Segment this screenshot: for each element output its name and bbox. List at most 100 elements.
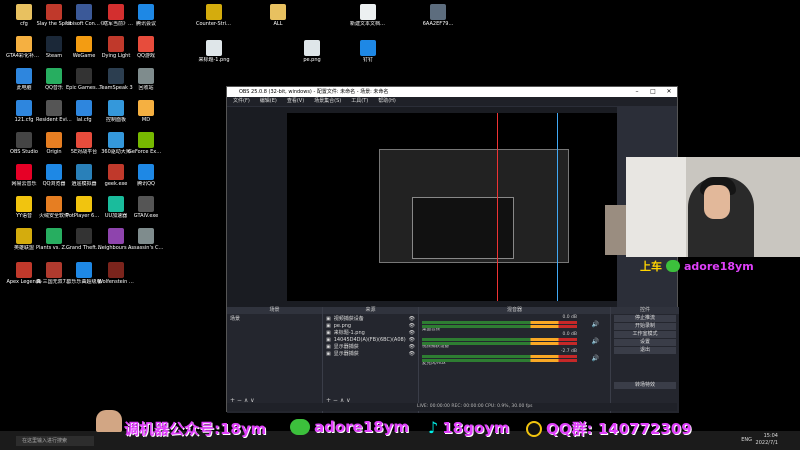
menu-file[interactable]: 文件(F) — [233, 97, 250, 106]
desktop-icon[interactable]: QQ游戏 — [128, 36, 164, 59]
taskbar-search[interactable]: 在这里输入进行搜索 — [16, 436, 94, 446]
source-item[interactable]: ▣ 来标题-1.png 👁 — [326, 330, 415, 337]
volume-meter — [422, 338, 577, 341]
volume-slider[interactable] — [422, 342, 577, 345]
desktop-icon[interactable]: Wolfenstein The Old B... — [98, 262, 134, 285]
app-icon — [138, 100, 154, 116]
source-item[interactable]: ▣ pe.png 👁 — [326, 323, 415, 330]
source-label: 14045D4D(A)(FB)(6BC)(A08) — [333, 337, 406, 343]
desktop-icon[interactable]: 新建文本文档.txt — [350, 4, 386, 27]
maximize-icon[interactable]: □ — [645, 87, 661, 97]
app-icon — [108, 228, 124, 244]
minimize-icon[interactable]: – — [629, 87, 645, 97]
desktop-icon-label: 逍遥模拟器 — [71, 181, 97, 187]
desktop-icon[interactable]: Grand Theft Auto IV — [66, 228, 102, 251]
app-icon — [304, 40, 320, 56]
source-type-icon: ▣ — [326, 316, 331, 322]
desktop-icon-label: Grand Theft Auto IV — [66, 245, 102, 251]
speaker-icon[interactable]: 🔊 — [592, 321, 599, 328]
channel-db: -2.7 dB — [560, 349, 577, 354]
desktop-icon[interactable]: ALL — [260, 4, 296, 27]
obs-preview[interactable]: adore18ym 18goym QQ群: 140772309 — [227, 107, 675, 319]
control-button[interactable]: 退出 — [614, 347, 676, 354]
language-indicator[interactable]: ENG — [741, 437, 752, 443]
desktop-icon[interactable]: 腾讯QQ — [128, 164, 164, 187]
menu-view[interactable]: 查看(V) — [287, 97, 304, 106]
desktop-icon[interactable]: PotPlayer 64 bit — [66, 196, 102, 219]
visibility-icon[interactable]: 👁 — [409, 316, 415, 323]
source-item[interactable]: ▣ 视频捕获设备 👁 — [326, 316, 415, 323]
desktop-icon[interactable]: Ubisoft Connect — [66, 4, 102, 27]
volume-slider[interactable] — [422, 325, 577, 328]
desktop-icon[interactable]: WeGame — [66, 36, 102, 59]
app-icon — [430, 4, 446, 20]
desktop-icon[interactable]: 来标题-1.png — [196, 40, 232, 63]
speaker-icon[interactable]: 🔊 — [592, 338, 599, 345]
banner-item: ♪ 18goym — [428, 418, 510, 437]
visibility-icon[interactable]: 👁 — [409, 337, 415, 344]
source-type-icon: ▣ — [326, 344, 331, 350]
source-item[interactable]: ▣ 显示器捕获 👁 — [326, 344, 415, 351]
banner-text: 调机器公众号:18ym — [124, 420, 267, 438]
guide-line — [497, 113, 498, 301]
menu-edit[interactable]: 编辑(E) — [260, 97, 277, 106]
obs-statusbar: LIVE: 00:00:00 REC: 00:00:00 CPU: 0.9%, … — [227, 403, 677, 411]
desktop-icon[interactable]: Counter-Strike Global Off... — [196, 4, 232, 27]
desktop-icon[interactable]: 回收站 — [128, 68, 164, 91]
visibility-icon[interactable]: 👁 — [409, 330, 415, 337]
visibility-icon[interactable]: 👁 — [409, 323, 415, 330]
desktop-icon[interactable]: Epic Games Launcher — [66, 68, 102, 91]
desktop-icon-label: PotPlayer 64 bit — [66, 213, 102, 219]
menu-tools[interactable]: 工具(T) — [351, 97, 368, 106]
mixer-dock: 混音器 桌面音频 0.0 dB 🔊 视频捕获设备 0.0 dB 🔊 麦克风/Aux -2.7 … — [419, 307, 611, 413]
app-icon — [108, 68, 124, 84]
desktop-icon[interactable]: MD — [128, 100, 164, 123]
desktop-icon[interactable]: pe.png — [294, 40, 330, 63]
app-icon — [16, 228, 32, 244]
volume-meter — [422, 355, 577, 358]
desktop-icon[interactable]: 5E对战平台 — [66, 132, 102, 155]
visibility-icon[interactable]: 👁 — [409, 344, 415, 351]
banner-text: 18goym — [442, 418, 510, 437]
control-button[interactable]: 设置 — [614, 339, 676, 346]
app-icon — [16, 100, 32, 116]
source-type-icon: ▣ — [326, 323, 331, 329]
obs-titlebar[interactable]: OBS 25.0.8 (32-bit, windows) - 配置文件: 未命名… — [227, 87, 677, 97]
clock-time: 15:04 — [763, 433, 778, 439]
source-label: pe.png — [333, 323, 352, 329]
desktop-icon[interactable]: 欧乐乐曲超级版 — [66, 262, 102, 285]
desktop-icon[interactable]: Assassin's Creed O... — [128, 228, 164, 251]
desktop-icon-label: Epic Games Launcher — [66, 85, 102, 91]
desktop-icon[interactable]: GTAIV.exe — [128, 196, 164, 219]
desktop-icon[interactable]: 钉钉 — [350, 40, 386, 63]
desktop-icon[interactable]: 腾讯会议 — [128, 4, 164, 27]
speaker-icon[interactable]: 🔊 — [592, 355, 599, 362]
control-button[interactable]: 工作室模式 — [614, 331, 676, 338]
app-icon — [206, 40, 222, 56]
app-icon — [76, 4, 92, 20]
app-icon — [46, 68, 62, 84]
source-item[interactable]: ▣ 显示器捕获 👁 — [326, 351, 415, 358]
desktop-icon-label: ALL — [273, 21, 283, 27]
menu-scene-collection[interactable]: 场景集合(S) — [314, 97, 341, 106]
desktop-icon[interactable]: 6AA2EF79... — [420, 4, 456, 27]
control-button[interactable]: 停止推流 — [614, 315, 676, 322]
visibility-icon[interactable]: 👁 — [409, 351, 415, 358]
desktop-icon[interactable]: GeForce Experience — [128, 132, 164, 155]
app-icon — [16, 68, 32, 84]
scene-item[interactable]: 场景 — [230, 316, 319, 323]
app-icon — [138, 4, 154, 20]
close-icon[interactable]: ✕ — [661, 87, 677, 97]
taskbar-clock[interactable]: 15:04 2022/7/1 — [756, 433, 778, 447]
desktop-icon-label: QQ游戏 — [137, 53, 155, 59]
obs-window[interactable]: OBS 25.0.8 (32-bit, windows) - 配置文件: 未命名… — [226, 86, 679, 413]
desktop-icon[interactable]: lal.cfg — [66, 100, 102, 123]
transitions-label[interactable]: 转场特效 — [614, 382, 676, 389]
control-button[interactable]: 开始录制 — [614, 323, 676, 330]
menu-help[interactable]: 帮助(H) — [378, 97, 396, 106]
source-item[interactable]: ▣ 14045D4D(A)(FB)(6BC)(A08) 👁 — [326, 337, 415, 344]
webcam-overlay — [626, 157, 800, 257]
volume-meter — [422, 321, 577, 324]
volume-slider[interactable] — [422, 359, 577, 362]
desktop-icon[interactable]: 逍遥模拟器 — [66, 164, 102, 187]
